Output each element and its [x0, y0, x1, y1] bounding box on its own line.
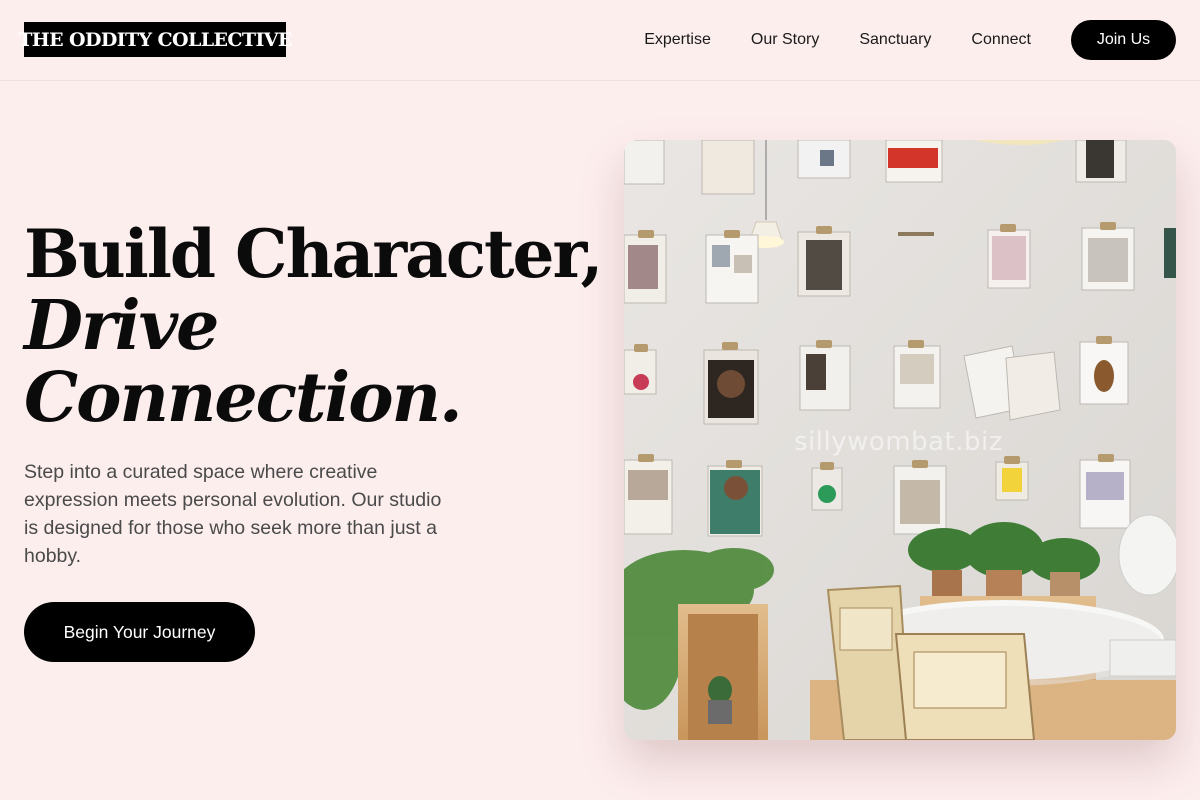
nav-link-connect[interactable]: Connect: [971, 31, 1031, 49]
main-nav: Expertise Our Story Sanctuary Connect Jo…: [644, 0, 1176, 80]
hero-title: Build Character, Drive Connection.: [24, 218, 604, 434]
hero-title-line-3: Connection.: [24, 358, 463, 438]
hero-title-line-2: Drive: [24, 286, 219, 366]
brand-logo[interactable]: THE ODDITY COLLECTIVE: [18, 22, 292, 57]
image-watermark: sillywombat.biz: [794, 427, 1003, 457]
hero-title-line-1: Build Character,: [24, 215, 603, 293]
nav-link-expertise[interactable]: Expertise: [644, 31, 711, 49]
nav-link-our-story[interactable]: Our Story: [751, 31, 819, 49]
site-header: THE ODDITY COLLECTIVE Expertise Our Stor…: [0, 0, 1200, 81]
nav-link-sanctuary[interactable]: Sanctuary: [859, 31, 931, 49]
begin-journey-button[interactable]: Begin Your Journey: [24, 602, 255, 662]
hero-description: Step into a curated space where creative…: [24, 461, 442, 567]
hero-image: sillywombat.biz: [624, 140, 1176, 740]
join-us-button[interactable]: Join Us: [1071, 20, 1176, 60]
